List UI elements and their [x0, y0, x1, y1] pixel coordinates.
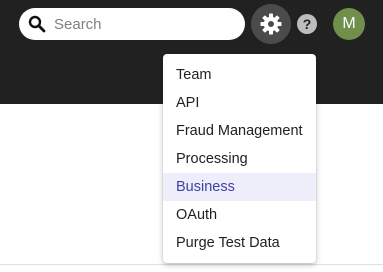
menu-item-purge-test-data[interactable]: Purge Test Data [163, 229, 316, 257]
menu-item-api[interactable]: API [163, 89, 316, 117]
help-button[interactable]: ? [297, 14, 317, 34]
avatar[interactable]: M [333, 8, 365, 40]
help-icon: ? [302, 16, 312, 32]
settings-button[interactable] [251, 4, 291, 44]
menu-item-business[interactable]: Business [163, 173, 316, 201]
search-input[interactable] [54, 8, 234, 40]
gear-icon [260, 13, 282, 35]
divider [0, 264, 383, 265]
search-box[interactable] [19, 8, 245, 40]
menu-item-oauth[interactable]: OAuth [163, 201, 316, 229]
avatar-initial: M [342, 15, 356, 32]
menu-item-processing[interactable]: Processing [163, 145, 316, 173]
menu-item-team[interactable]: Team [163, 61, 316, 89]
settings-dropdown-menu: Team API Fraud Management Processing Bus… [163, 54, 316, 263]
menu-item-fraud-management[interactable]: Fraud Management [163, 117, 316, 145]
search-icon [28, 15, 46, 33]
